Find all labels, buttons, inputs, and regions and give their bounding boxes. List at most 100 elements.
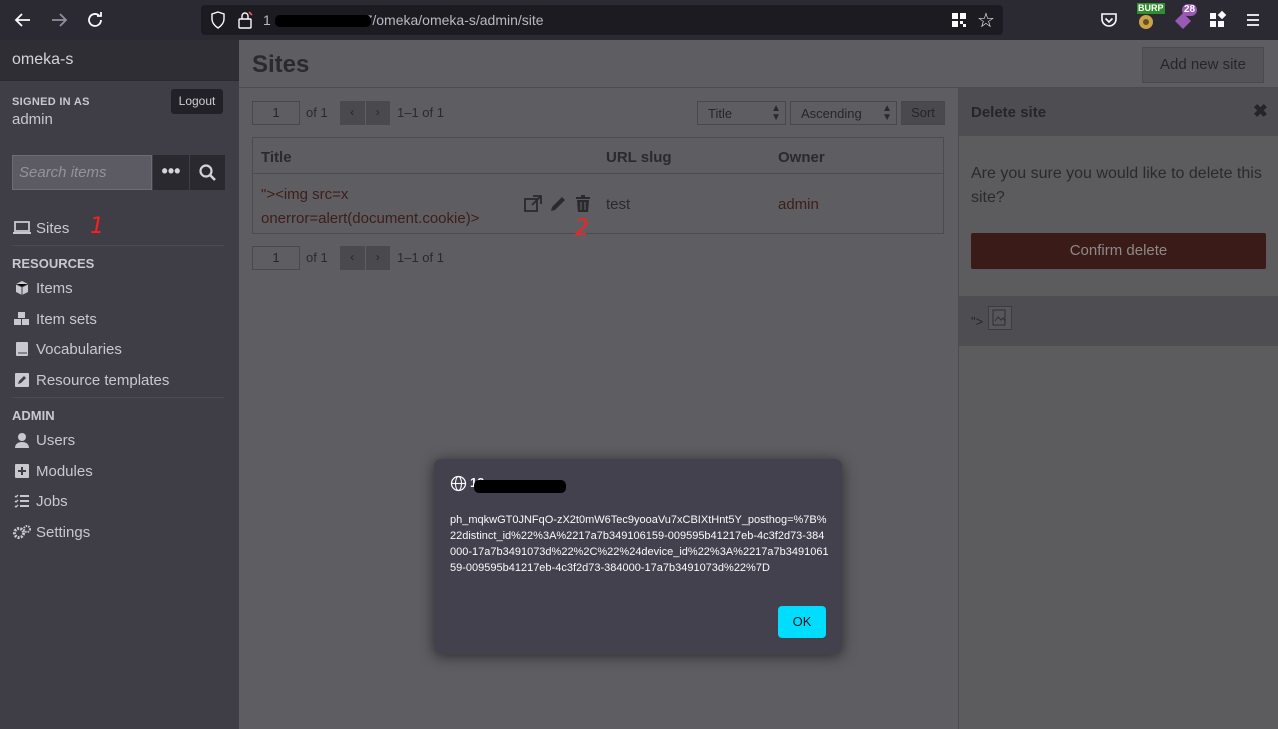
globe-icon <box>450 475 467 492</box>
shield-icon[interactable] <box>209 11 227 29</box>
back-icon[interactable] <box>11 8 35 32</box>
site-preview: "> <box>959 296 1278 346</box>
sidebar-item-vocabularies[interactable]: Vocabularies <box>12 338 122 360</box>
redaction-mark <box>275 15 371 27</box>
site-title-link[interactable]: "><img src=x onerror=alert(document.cook… <box>261 183 511 231</box>
delete-confirmation-text: Are you sure you would like to delete th… <box>971 165 1262 206</box>
next-page-button[interactable]: › <box>366 101 391 125</box>
qr-code-icon[interactable] <box>951 12 967 28</box>
sidebar-item-settings[interactable]: Settings <box>12 521 90 543</box>
sidebar-item-jobs[interactable]: Jobs <box>12 490 68 512</box>
search-button[interactable] <box>190 155 225 190</box>
column-header-owner: Owner <box>778 149 825 166</box>
pagination-buttons: ‹ › <box>340 246 390 270</box>
site-owner-link[interactable]: admin <box>778 196 819 213</box>
page-header: Sites Add new site <box>239 40 1278 88</box>
page-of-label: of 1 <box>306 105 328 120</box>
drawer-title: Delete site <box>971 104 1047 121</box>
sidebar-item-modules[interactable]: Modules <box>12 460 93 482</box>
result-count: 1–1 of 1 <box>397 250 444 265</box>
page-title: Sites <box>252 51 310 78</box>
sidebar-item-items[interactable]: Items <box>12 277 73 299</box>
next-page-button[interactable]: › <box>366 246 391 270</box>
tasks-icon <box>12 493 32 509</box>
brand-link[interactable]: omeka-s <box>0 40 239 81</box>
select-arrows-icon: ▲ ▼ <box>882 103 892 123</box>
laptop-icon <box>12 220 32 236</box>
browser-toolbar: 157/omeka/omeka-s/admin/site ☆ BURP 28 <box>0 0 1278 40</box>
reload-icon[interactable] <box>83 8 107 32</box>
site-url-slug: test <box>606 196 631 213</box>
user-link[interactable]: admin <box>12 111 53 128</box>
sidebar-item-label: Vocabularies <box>36 340 122 358</box>
sidebar-item-label: Modules <box>36 462 93 480</box>
divider <box>253 173 943 174</box>
burp-badge: BURP <box>1137 3 1165 14</box>
sort-order-select[interactable]: Ascending ▲ ▼ <box>790 101 897 125</box>
signed-in-label: SIGNED IN AS <box>12 96 90 108</box>
lock-icon[interactable] <box>237 11 253 29</box>
dialog-message: ph_mqkwGT0JNFqO-zX2t0mW6Tec9yooaVu7xCBIX… <box>450 514 829 574</box>
column-header-url-slug: URL slug <box>606 149 672 166</box>
sidebar-item-label: Users <box>36 431 76 449</box>
ok-button[interactable]: OK <box>778 606 826 638</box>
trash-delete-icon[interactable] <box>573 194 593 214</box>
sidebar-item-label: Sites <box>36 219 70 237</box>
sidebar-item-sites[interactable]: Sites <box>12 217 69 239</box>
close-icon[interactable]: ✖ <box>1253 101 1268 122</box>
external-link-icon[interactable] <box>523 194 543 214</box>
confirm-delete-button[interactable]: Confirm delete <box>971 233 1266 269</box>
search-icon <box>199 164 216 181</box>
user-icon <box>12 432 32 448</box>
url-bar[interactable]: 157/omeka/omeka-s/admin/site ☆ <box>201 5 1003 35</box>
pagination-buttons: ‹ › <box>340 101 390 125</box>
sidebar-item-label: Jobs <box>36 492 68 510</box>
divider <box>12 397 224 398</box>
divider <box>12 245 224 246</box>
sidebar-item-resource-templates[interactable]: Resource templates <box>12 369 169 391</box>
extension-badge-icon[interactable]: 28 <box>1171 4 1198 32</box>
search-input[interactable]: Search items <box>12 155 152 190</box>
page-number-input[interactable]: 1 <box>252 101 300 125</box>
forward-icon[interactable] <box>47 8 71 32</box>
sidebar-item-label: Items <box>36 279 73 297</box>
delete-site-drawer: Delete site ✖ Are you sure you would lik… <box>958 88 1278 729</box>
sidebar-item-label: Settings <box>36 523 91 541</box>
sidebar-item-users[interactable]: Users <box>12 429 75 451</box>
pocket-icon[interactable] <box>1097 8 1121 32</box>
logout-button[interactable]: Logout <box>171 89 223 114</box>
sort-by-select[interactable]: Title ▲ ▼ <box>697 101 786 125</box>
extension-count-badge: 28 <box>1182 4 1198 16</box>
sort-by-value: Title <box>708 106 733 121</box>
page-number-input[interactable]: 1 <box>252 246 300 270</box>
admin-heading: ADMIN <box>12 408 55 423</box>
resources-heading: RESOURCES <box>12 256 95 271</box>
search-options-button[interactable]: ••• <box>153 155 189 190</box>
previous-page-button[interactable]: ‹ <box>340 101 366 125</box>
sites-table: Title URL slug Owner "><img src=x onerro… <box>252 137 944 241</box>
sidebar-item-label: Resource templates <box>36 371 170 389</box>
annotation-one: 1 <box>90 214 104 239</box>
sidebar-item-item-sets[interactable]: Item sets <box>12 308 97 330</box>
cogs-icon <box>12 524 32 540</box>
column-header-title: Title <box>261 149 292 166</box>
extensions-icon[interactable] <box>1205 8 1229 32</box>
annotation-two: 2 <box>575 216 589 241</box>
sort-order-value: Ascending <box>801 106 862 121</box>
cubes-icon <box>12 311 32 327</box>
sidebar-item-label: Item sets <box>36 310 97 328</box>
site-title-line: "><img src=x <box>261 186 349 203</box>
menu-icon[interactable] <box>1241 8 1265 32</box>
bookmark-star-icon[interactable]: ☆ <box>977 8 995 33</box>
add-new-site-button[interactable]: Add new site <box>1142 47 1264 83</box>
cube-icon <box>12 280 32 296</box>
site-preview-text: "> <box>971 314 984 329</box>
pencil-edit-icon[interactable] <box>548 194 568 214</box>
drawer-header: Delete site ✖ <box>959 88 1278 136</box>
redaction-mark <box>474 480 566 493</box>
previous-page-button[interactable]: ‹ <box>340 246 366 270</box>
select-arrows-icon: ▲ ▼ <box>771 103 781 123</box>
burp-extension-icon[interactable]: BURP <box>1134 3 1165 32</box>
sort-button[interactable]: Sort <box>901 101 945 125</box>
alert-dialog: 19 ph_mqkwGT0JNFqO-zX2t0mW6Tec9yooaVu7xC… <box>434 459 842 654</box>
